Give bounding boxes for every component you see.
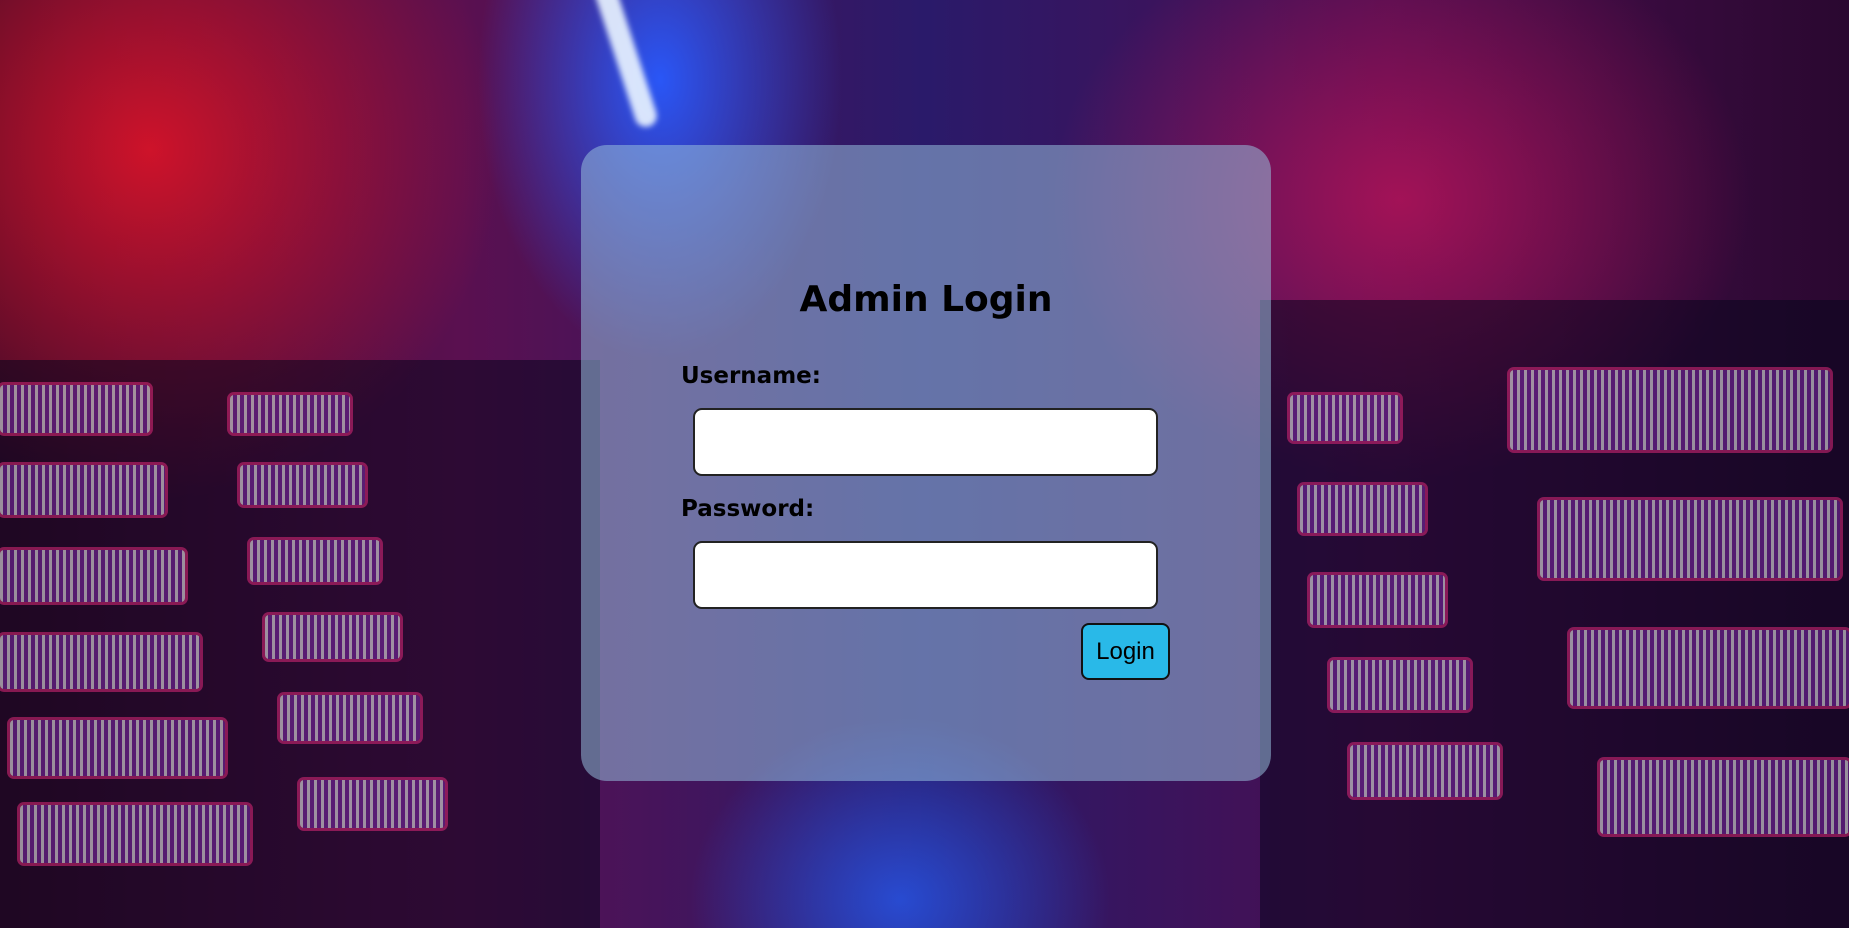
login-button[interactable]: Login: [1081, 623, 1170, 680]
server-rack-unit: [1310, 575, 1445, 625]
server-rack-unit: [0, 465, 165, 515]
password-label: Password:: [681, 496, 815, 522]
login-title: Admin Login: [799, 279, 1053, 320]
server-rack-unit: [0, 385, 150, 433]
server-rack-unit: [20, 805, 250, 863]
server-rack-unit: [0, 635, 200, 689]
server-rack-unit: [1330, 660, 1470, 710]
server-rack-unit: [1570, 630, 1849, 706]
server-rack-unit: [250, 540, 380, 582]
server-rack-unit: [1600, 760, 1849, 834]
username-label: Username:: [681, 363, 821, 389]
login-card: Admin Login Username: Password: Login: [581, 145, 1271, 781]
server-rack-unit: [1350, 745, 1500, 797]
server-rack-unit: [1510, 370, 1830, 450]
server-rack-unit: [265, 615, 400, 659]
server-rack-unit: [300, 780, 445, 828]
server-rack-unit: [230, 395, 350, 433]
server-rack-unit: [280, 695, 420, 741]
server-rack-unit: [0, 550, 185, 602]
server-rack-unit: [240, 465, 365, 505]
server-rack-unit: [10, 720, 225, 776]
server-rack-unit: [1290, 395, 1400, 441]
server-rack-unit: [1540, 500, 1840, 578]
password-input[interactable]: [693, 541, 1158, 609]
username-input[interactable]: [693, 408, 1158, 476]
server-rack-unit: [1300, 485, 1425, 533]
light-streak: [592, 0, 660, 130]
